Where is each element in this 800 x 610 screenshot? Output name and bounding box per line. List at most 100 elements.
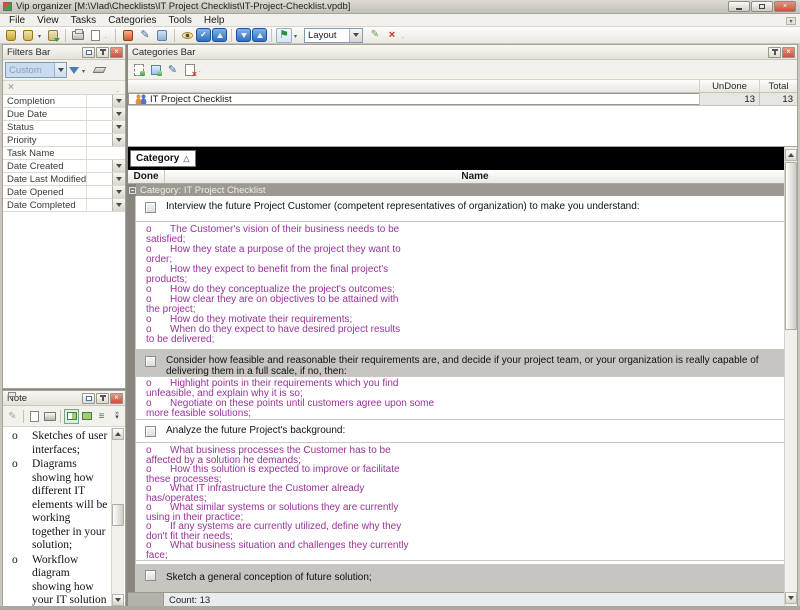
layout-combo-dropdown[interactable]	[349, 29, 362, 42]
save-layout-icon[interactable]: ✎	[367, 28, 383, 43]
menu-tools[interactable]: Tools	[163, 15, 198, 26]
note-overflow-icon[interactable]: »▾	[111, 412, 123, 420]
group-by-category-button[interactable]: Category △	[130, 150, 196, 167]
note-scroll-thumb[interactable]	[112, 504, 124, 526]
new-subcategory-icon[interactable]	[147, 62, 164, 78]
categories-toolbar: ✎ .	[128, 60, 797, 80]
filter-dropdown-button[interactable]	[112, 199, 125, 211]
delete-category-icon[interactable]	[181, 62, 198, 78]
scroll-up-icon[interactable]	[785, 149, 797, 161]
filter-caret-icon[interactable]: ▾	[82, 66, 87, 75]
note-edit-icon[interactable]: ✎	[5, 409, 20, 424]
apply-filter-icon[interactable]	[69, 67, 79, 74]
grid-scrollbar[interactable]	[784, 147, 797, 606]
filter-preset-dropdown[interactable]	[54, 63, 66, 77]
categories-overflow-caret-icon[interactable]: .	[199, 65, 204, 74]
task-row-selected[interactable]: Sketch a general conception of future so…	[136, 564, 785, 592]
new-database-icon[interactable]	[3, 28, 19, 43]
task-checkbox[interactable]	[145, 356, 156, 367]
task-row[interactable]: Interview the future Project Customer (c…	[136, 196, 785, 222]
note-print-icon[interactable]	[42, 409, 57, 424]
print-preview-icon[interactable]	[87, 28, 103, 43]
filter-row-status: Status	[3, 121, 125, 134]
close-button[interactable]: ×	[774, 1, 796, 12]
task-row[interactable]: Analyze the future Project's background:	[136, 420, 785, 443]
edit-task-icon[interactable]: ✎	[137, 28, 153, 43]
filter-dropdown-button[interactable]	[112, 121, 125, 133]
task-checkbox[interactable]	[145, 426, 156, 437]
done-column-header[interactable]: Done	[128, 170, 165, 183]
task-checkbox[interactable]	[145, 570, 156, 581]
print-icon[interactable]	[70, 28, 86, 43]
group-row[interactable]: Category: IT Project Checklist	[128, 184, 785, 196]
filters-pin-button[interactable]	[96, 47, 109, 58]
note-fullscreen-icon[interactable]	[79, 409, 94, 424]
edit-category-icon[interactable]: ✎	[164, 62, 181, 78]
toolbar-options-icon[interactable]: ▾	[786, 17, 796, 25]
print-overflow-caret-icon[interactable]: .	[105, 31, 110, 40]
bullet: o	[12, 430, 18, 444]
mark-incomplete-icon[interactable]	[212, 28, 227, 42]
note-content[interactable]: o Sketches of user interfaces; o Diagram…	[4, 428, 111, 606]
duplicate-task-icon[interactable]	[154, 28, 170, 43]
filter-dropdown-button[interactable]	[112, 186, 125, 198]
task-row-selected[interactable]: Consider how feasible and reasonable the…	[136, 350, 785, 377]
layout-overflow-caret-icon[interactable]: .	[402, 31, 407, 40]
note-pin-button[interactable]	[96, 393, 109, 404]
scroll-down-icon[interactable]	[785, 592, 797, 604]
new-task-icon[interactable]	[120, 28, 136, 43]
filters-restore-button[interactable]	[82, 47, 95, 58]
filter-dropdown-button[interactable]	[112, 108, 125, 120]
scroll-up-icon[interactable]	[112, 428, 124, 440]
filters-overflow-caret-icon[interactable]: .	[117, 85, 122, 94]
remove-filter-icon[interactable]: ×	[8, 83, 14, 93]
note-list-icon[interactable]: ≡	[94, 409, 109, 424]
expand-all-icon[interactable]	[236, 28, 251, 42]
view-task-icon[interactable]	[179, 28, 195, 43]
collapse-all-icon[interactable]	[252, 28, 267, 42]
filter-dropdown-button[interactable]	[112, 160, 125, 172]
menu-tasks[interactable]: Tasks	[65, 15, 103, 26]
note-scrollbar[interactable]	[111, 428, 124, 606]
filter-dropdown-button[interactable]	[112, 134, 125, 146]
name-column-header[interactable]: Name	[165, 170, 785, 183]
task-checkbox[interactable]	[145, 202, 156, 213]
menu-file[interactable]: File	[3, 15, 31, 26]
categories-pin-button[interactable]	[768, 47, 781, 58]
task-name: Interview the future Project Customer (c…	[165, 196, 785, 221]
collapse-group-icon[interactable]	[128, 184, 136, 196]
note-page-icon[interactable]	[27, 409, 42, 424]
mark-complete-icon[interactable]: ✓	[196, 28, 211, 42]
flag-caret-icon[interactable]: ▾	[294, 31, 299, 40]
categories-close-button[interactable]: ×	[782, 47, 795, 58]
menu-categories[interactable]: Categories	[102, 15, 162, 26]
note-restore-button[interactable]	[82, 393, 95, 404]
scroll-down-icon[interactable]	[112, 594, 124, 606]
clear-filter-icon[interactable]	[93, 67, 107, 73]
minimize-button[interactable]	[728, 1, 750, 12]
grid-scroll-thumb[interactable]	[785, 162, 797, 330]
filter-dropdown-button[interactable]	[112, 173, 125, 185]
menu-help[interactable]: Help	[198, 15, 231, 26]
open-database-icon[interactable]	[20, 28, 36, 43]
flag-filter-icon[interactable]: ⚑	[276, 28, 292, 43]
note-close-button[interactable]: ×	[110, 393, 123, 404]
maximize-button[interactable]	[751, 1, 773, 12]
note-panel: Note × ✎ ≡ »▾ o Sketches of user interfa…	[2, 390, 126, 608]
filter-preset-combo[interactable]: Custom	[5, 62, 67, 78]
menu-view[interactable]: View	[31, 15, 65, 26]
category-row[interactable]: IT Project Checklist 13 13	[128, 93, 797, 106]
grid-status-bar: Count: 13	[128, 592, 785, 606]
app-icon	[3, 2, 12, 11]
undone-column-header[interactable]: UnDone	[699, 80, 759, 92]
open-recent-caret-icon[interactable]: ▾	[38, 31, 43, 40]
note-view-mode-icon[interactable]	[64, 409, 79, 424]
total-column-header[interactable]: Total	[759, 80, 797, 92]
layout-combo[interactable]: Layout	[304, 28, 363, 43]
new-category-icon[interactable]	[130, 62, 147, 78]
filter-dropdown-button[interactable]	[112, 95, 125, 107]
save-database-icon[interactable]	[45, 28, 61, 43]
filters-close-button[interactable]: ×	[110, 47, 123, 58]
delete-layout-icon[interactable]: ×	[384, 28, 400, 43]
task-grid: Category △ Done Name Category: IT Projec…	[128, 147, 798, 606]
